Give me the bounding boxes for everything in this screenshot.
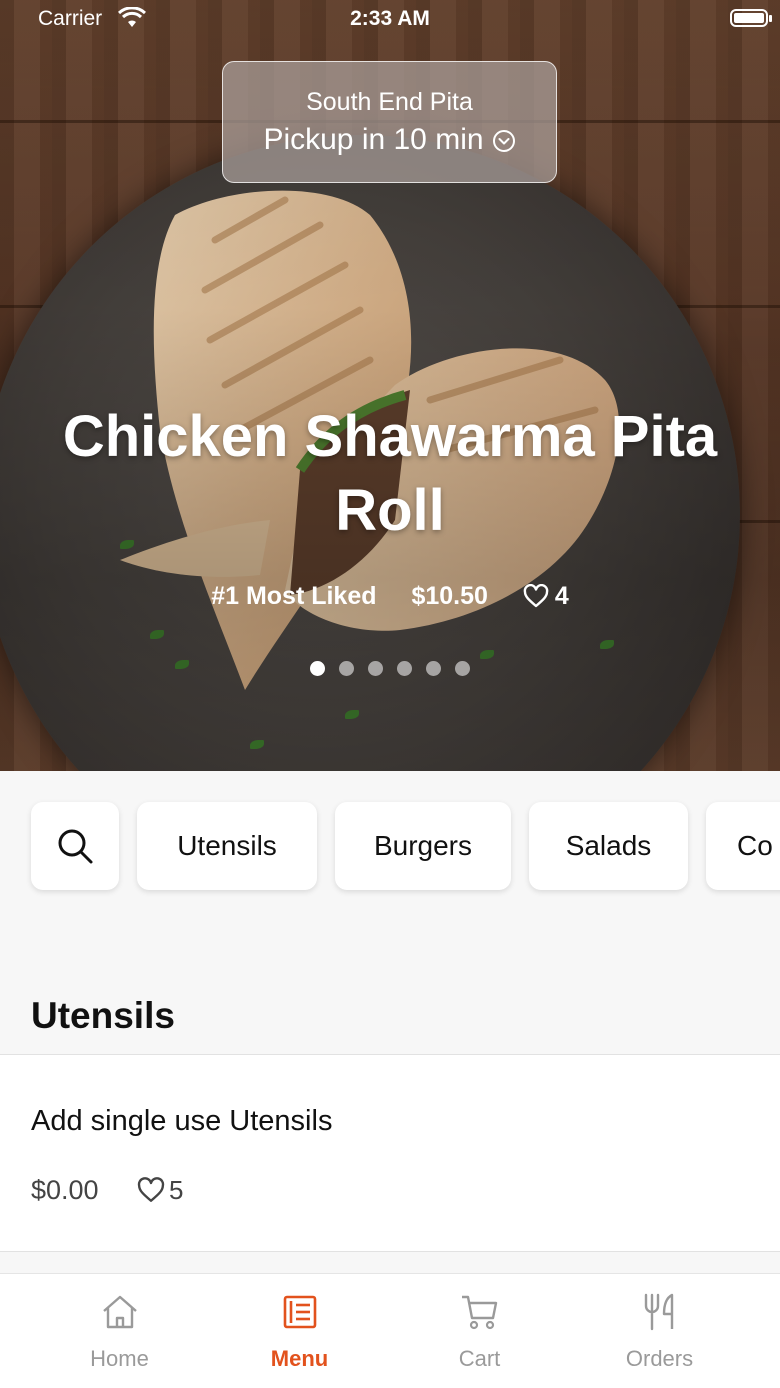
battery-icon bbox=[730, 9, 772, 27]
pickup-selector[interactable]: South End Pita Pickup in 10 min bbox=[222, 61, 557, 183]
tab-cart-label: Cart bbox=[458, 1346, 501, 1371]
category-chip-utensils[interactable]: Utensils bbox=[137, 802, 317, 890]
status-time: 2:33 AM bbox=[350, 7, 430, 30]
heart-icon bbox=[137, 1177, 165, 1202]
divider bbox=[0, 1251, 780, 1252]
tab-bar: Home Menu Cart Orders bbox=[0, 1273, 780, 1388]
featured-price: $10.50 bbox=[411, 582, 488, 610]
tab-cart[interactable]: Cart bbox=[382, 1274, 577, 1388]
featured-item-meta: #1 Most Liked $10.50 4 bbox=[0, 582, 780, 611]
pickup-time: Pickup in 10 min bbox=[263, 123, 484, 156]
carousel-dot[interactable] bbox=[368, 661, 383, 676]
store-name: South End Pita bbox=[306, 88, 473, 116]
category-chip-partial[interactable]: Co bbox=[706, 802, 780, 890]
carousel-indicator[interactable] bbox=[0, 661, 780, 681]
featured-likes-count: 4 bbox=[554, 582, 569, 610]
category-chip-burgers[interactable]: Burgers bbox=[335, 802, 511, 890]
search-button[interactable] bbox=[31, 802, 119, 890]
featured-likes: 4 bbox=[523, 582, 569, 610]
carousel-dot[interactable] bbox=[339, 661, 354, 676]
carousel-dot[interactable] bbox=[426, 661, 441, 676]
menu-item[interactable]: Add single use Utensils $0.00 5 bbox=[0, 1055, 780, 1251]
carousel-dot[interactable] bbox=[310, 661, 325, 676]
heart-icon bbox=[523, 583, 549, 608]
carousel-dot[interactable] bbox=[455, 661, 470, 676]
menu-item-likes-count: 5 bbox=[169, 1175, 184, 1205]
search-icon bbox=[58, 829, 93, 864]
cart-icon bbox=[462, 1295, 498, 1330]
featured-item-title: Chicken Shawarma Pita Roll bbox=[62, 404, 718, 543]
menu-item-price: $0.00 bbox=[31, 1175, 99, 1205]
tab-home-label: Home bbox=[90, 1346, 149, 1371]
status-bar: Carrier 2:33 AM bbox=[0, 0, 780, 40]
tab-orders[interactable]: Orders bbox=[562, 1274, 757, 1388]
menu-item-likes: 5 bbox=[137, 1175, 183, 1206]
menu-item-name: Add single use Utensils bbox=[31, 1105, 333, 1137]
home-icon bbox=[103, 1295, 137, 1329]
hero-banner[interactable]: Carrier 2:33 AM South End Pita Pickup in… bbox=[0, 0, 780, 771]
menu-icon bbox=[283, 1295, 317, 1329]
tab-menu-label: Menu bbox=[270, 1346, 329, 1371]
carousel-dot[interactable] bbox=[397, 661, 412, 676]
category-chip-salads[interactable]: Salads bbox=[529, 802, 688, 890]
chevron-down-icon bbox=[492, 130, 515, 153]
tab-orders-label: Orders bbox=[625, 1346, 694, 1371]
category-bar[interactable]: Utensils Burgers Salads Co bbox=[0, 771, 780, 951]
section-title: Utensils bbox=[31, 995, 175, 1036]
featured-badge: #1 Most Liked bbox=[211, 582, 377, 610]
tab-menu[interactable]: Menu bbox=[202, 1274, 397, 1388]
tab-home[interactable]: Home bbox=[22, 1274, 217, 1388]
utensils-icon bbox=[644, 1293, 674, 1331]
